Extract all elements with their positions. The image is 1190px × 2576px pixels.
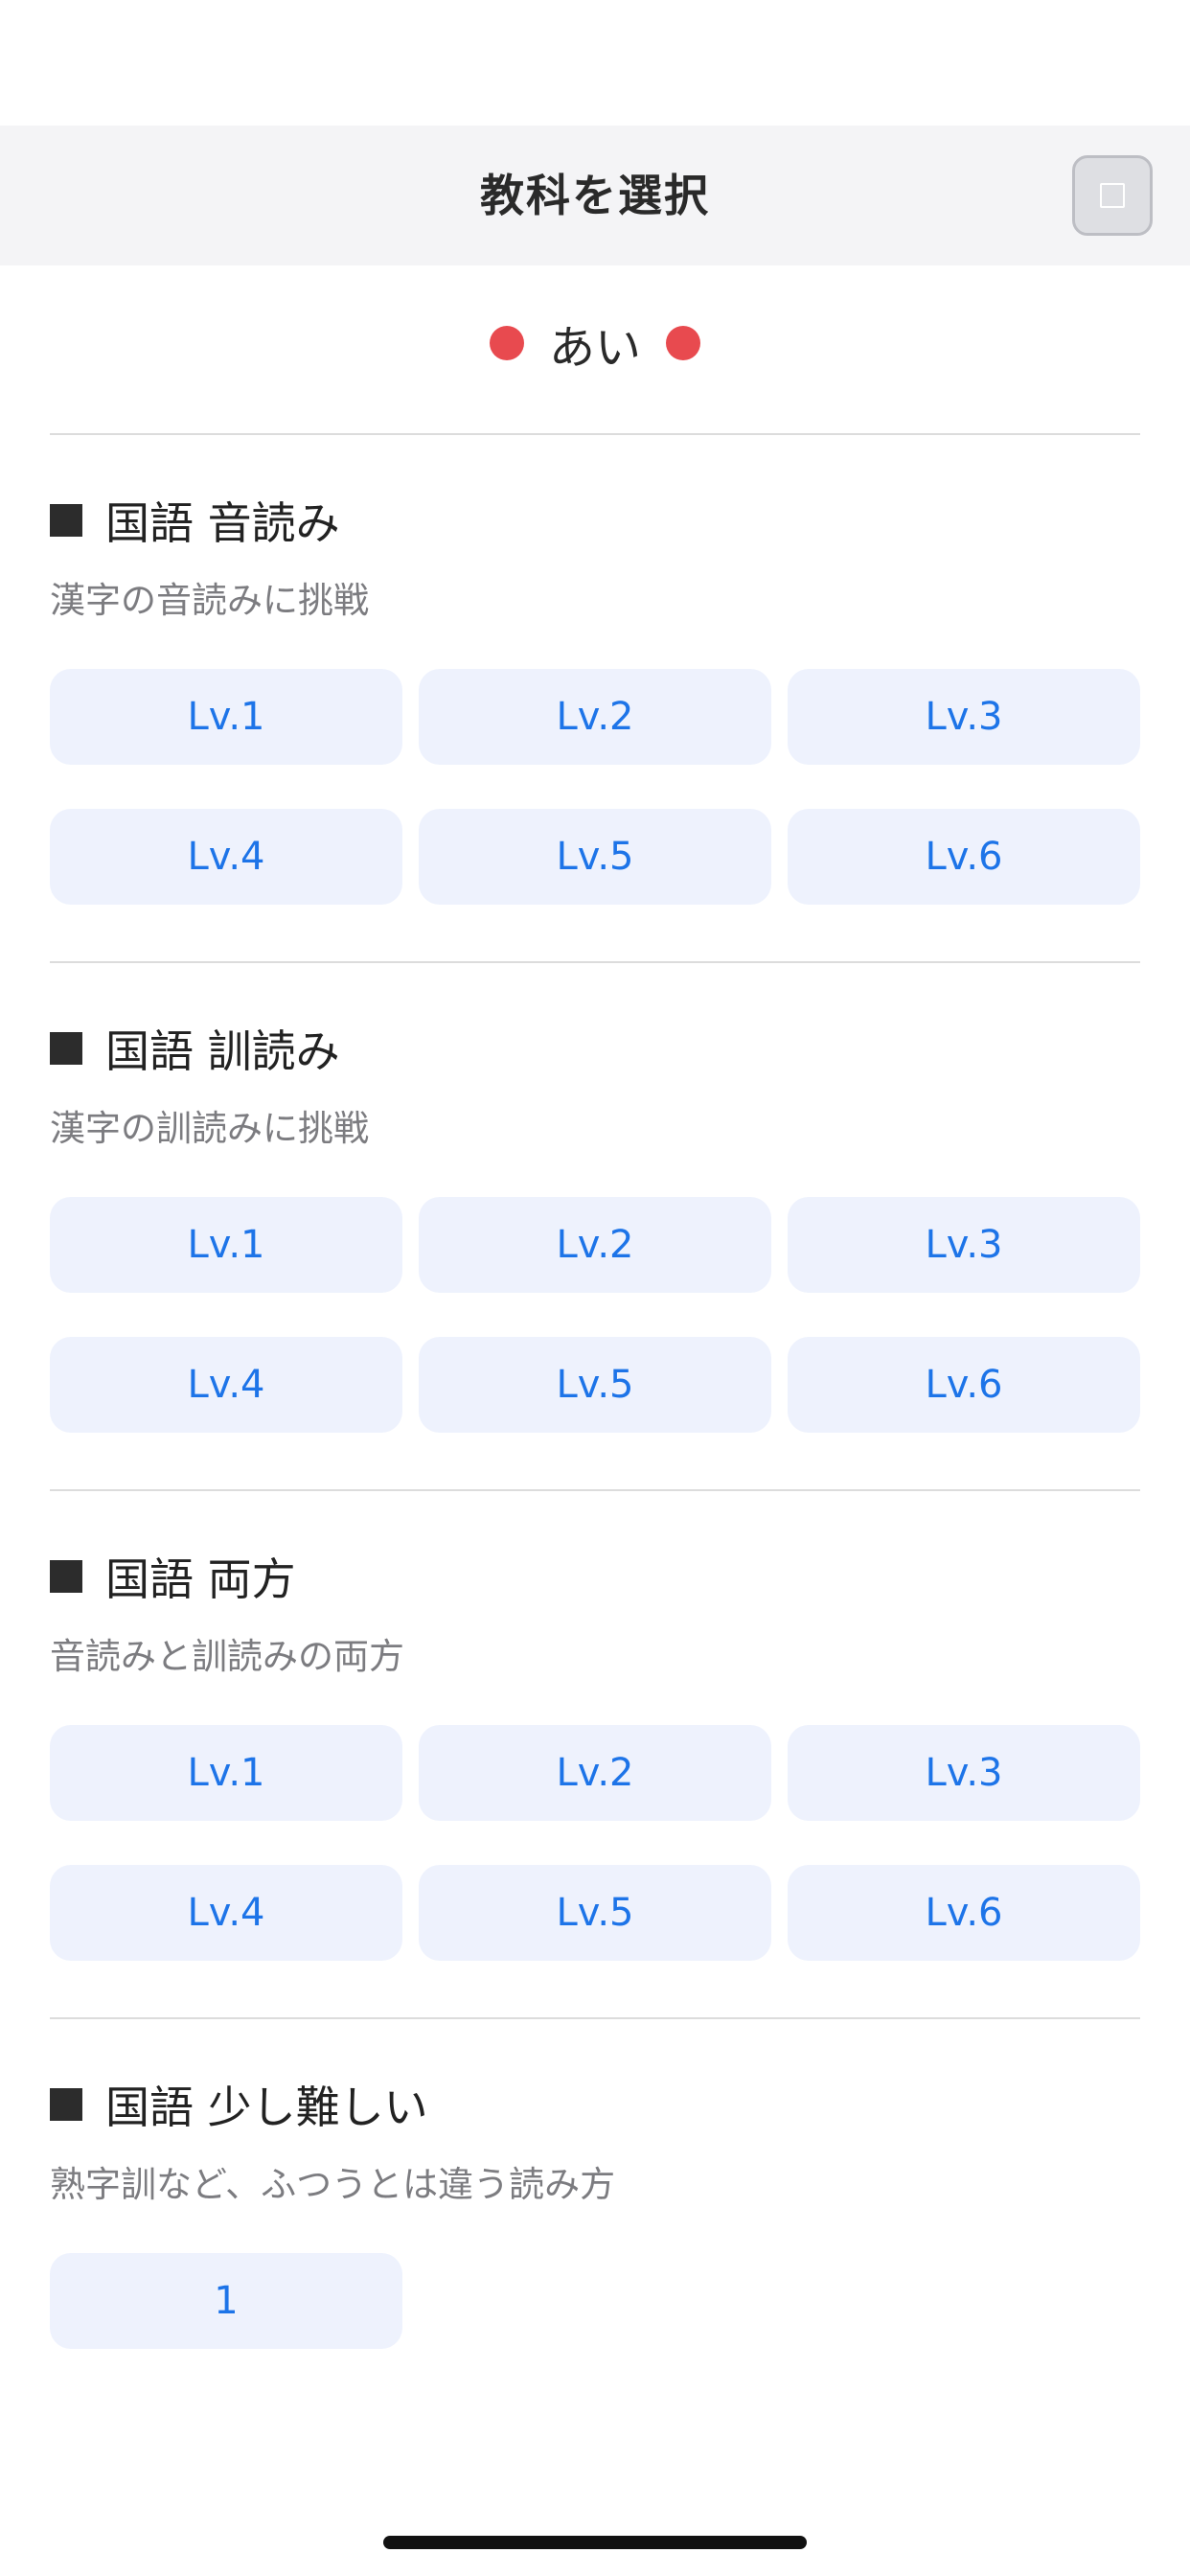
level-button[interactable]: Lv.4 — [50, 1865, 402, 1961]
level-button[interactable]: Lv.4 — [50, 809, 402, 905]
level-button[interactable]: Lv.5 — [419, 809, 771, 905]
section-subtitle: 音読みと訓読みの両方 — [50, 1636, 404, 1677]
level-button[interactable]: 1 — [50, 2253, 402, 2349]
section-subtitle: 漢字の音読みに挑戦 — [50, 580, 369, 621]
section-title: 国語 音読み — [50, 492, 340, 549]
level-button[interactable]: Lv.4 — [50, 1337, 402, 1433]
divider — [50, 1489, 1140, 1491]
section-title-text: 国語 訓読み — [105, 1025, 340, 1077]
navigation-bar: 教科を選択 — [0, 126, 1190, 265]
section-subtitle: 漢字の訓読みに挑戦 — [50, 1108, 369, 1149]
level-button[interactable]: Lv.5 — [419, 1865, 771, 1961]
user-header: あい — [0, 305, 1190, 381]
close-button[interactable] — [1072, 155, 1153, 236]
square-bullet-icon — [50, 504, 82, 537]
square-bullet-icon — [50, 1032, 82, 1065]
red-dot-icon — [666, 326, 700, 360]
section-subtitle: 熟字訓など、ふつうとは違う読み方 — [50, 2164, 616, 2205]
level-button[interactable]: Lv.5 — [419, 1337, 771, 1433]
red-dot-icon — [489, 326, 524, 360]
section-title-text: 国語 両方 — [105, 1553, 296, 1605]
level-button[interactable]: Lv.6 — [788, 1865, 1140, 1961]
level-button[interactable]: Lv.2 — [419, 669, 771, 765]
square-icon — [1100, 183, 1125, 208]
divider — [50, 2017, 1140, 2019]
divider — [50, 433, 1140, 435]
section-title: 国語 少し難しい — [50, 2076, 428, 2133]
section-title-text: 国語 少し難しい — [105, 2082, 428, 2133]
level-button[interactable]: Lv.6 — [788, 1337, 1140, 1433]
level-button[interactable]: Lv.1 — [50, 1725, 402, 1821]
level-button[interactable]: Lv.3 — [788, 1725, 1140, 1821]
section-title-text: 国語 音読み — [105, 497, 340, 549]
divider — [50, 961, 1140, 963]
square-bullet-icon — [50, 2088, 82, 2121]
status-bar — [0, 0, 1190, 126]
level-button[interactable]: Lv.2 — [419, 1725, 771, 1821]
square-bullet-icon — [50, 1560, 82, 1593]
level-button[interactable]: Lv.6 — [788, 809, 1140, 905]
user-name: あい — [548, 321, 641, 375]
level-button[interactable]: Lv.2 — [419, 1197, 771, 1293]
level-button[interactable]: Lv.1 — [50, 1197, 402, 1293]
section-title: 国語 両方 — [50, 1548, 296, 1605]
level-button[interactable]: Lv.3 — [788, 669, 1140, 765]
page-title: 教科を選択 — [480, 170, 710, 221]
level-button[interactable]: Lv.1 — [50, 669, 402, 765]
level-button[interactable]: Lv.3 — [788, 1197, 1140, 1293]
section-title: 国語 訓読み — [50, 1020, 340, 1077]
home-indicator[interactable] — [383, 2536, 807, 2549]
